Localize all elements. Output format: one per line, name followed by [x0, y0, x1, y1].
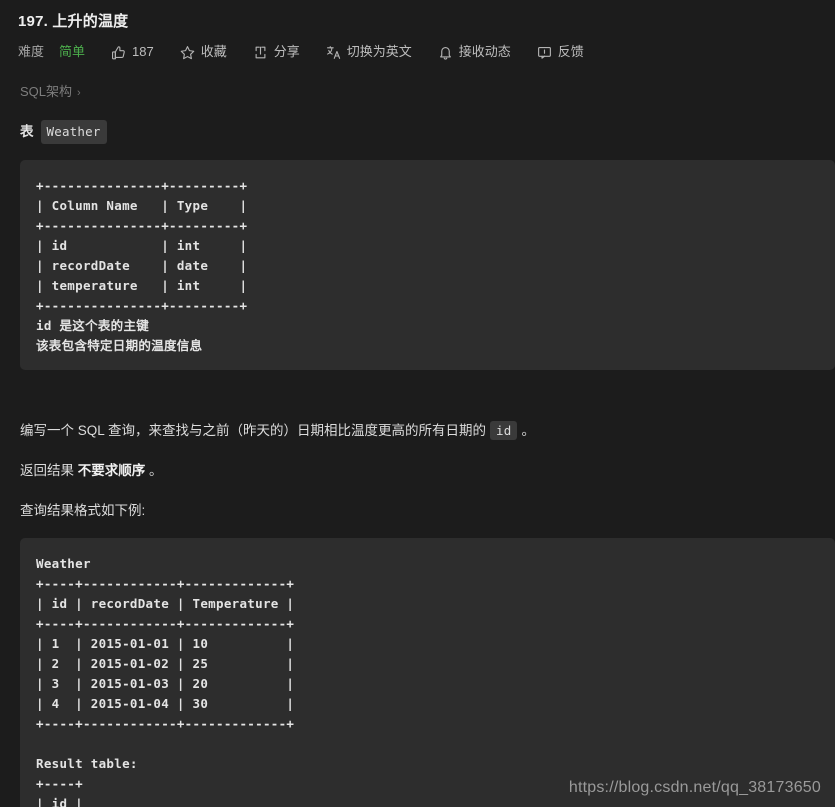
favorite-button[interactable]: 收藏 [180, 43, 227, 61]
table-label: 表 [20, 124, 34, 139]
meta-toolbar: 难度 简单 187 收藏 分享 切换为英文 接收动态 反馈 [0, 33, 835, 61]
description-p2-bold: 不要求顺序 [77, 463, 146, 478]
subscribe-label: 接收动态 [458, 44, 511, 59]
like-button[interactable]: 187 [111, 43, 154, 61]
bell-icon [438, 45, 453, 60]
description-p1-before: 编写一个 SQL 查询，来查找与之前（昨天的）日期相比温度更高的所有日期的 [20, 423, 487, 438]
example-code-block: Weather +----+------------+-------------… [20, 538, 835, 807]
translate-button[interactable]: 切换为英文 [326, 43, 412, 61]
share-label: 分享 [273, 44, 300, 59]
chevron-right-icon: › [77, 87, 81, 99]
share-button[interactable]: 分享 [253, 43, 300, 61]
example-code-text: Weather +----+------------+-------------… [36, 556, 295, 807]
description-paragraph-3: 查询结果格式如下例: [20, 503, 146, 518]
breadcrumb[interactable]: SQL架构 › [0, 61, 835, 102]
translate-icon [326, 45, 341, 60]
description-paragraph-1: 编写一个 SQL 查询，来查找与之前（昨天的）日期相比温度更高的所有日期的 id。 [0, 420, 835, 442]
description-paragraph-2: 返回结果 不要求顺序 。 [0, 460, 835, 482]
feedback-icon [537, 45, 552, 60]
feedback-button[interactable]: 反馈 [537, 43, 584, 61]
description-p2-after: 。 [145, 463, 163, 478]
difficulty-label: 难度 [18, 44, 45, 59]
title-row: 197. 上升的温度 [0, 0, 835, 33]
like-count: 187 [132, 44, 154, 59]
share-icon [253, 45, 268, 60]
page-title: 197. 上升的温度 [18, 13, 129, 30]
translate-label: 切换为英文 [346, 44, 412, 59]
schema-code-block: +---------------+---------+ | Column Nam… [20, 160, 835, 370]
table-name-row: 表 Weather [0, 102, 835, 144]
difficulty-value: 简单 [59, 44, 86, 59]
favorite-label: 收藏 [200, 44, 227, 59]
table-name-chip: Weather [40, 120, 107, 144]
subscribe-button[interactable]: 接收动态 [438, 43, 511, 61]
description-p2-before: 返回结果 [20, 463, 78, 478]
problem-page: 197. 上升的温度 难度 简单 187 收藏 分享 切换为英文 接收动态 反馈… [0, 0, 835, 807]
feedback-label: 反馈 [557, 44, 584, 59]
difficulty-group: 难度 简单 [18, 43, 85, 61]
inline-code-id: id [490, 421, 518, 440]
breadcrumb-item-sql-schema[interactable]: SQL架构 [20, 84, 72, 99]
thumbs-up-icon [111, 45, 126, 60]
description-p1-after: 。 [521, 423, 535, 438]
star-icon [180, 45, 195, 60]
schema-code-text: +---------------+---------+ | Column Nam… [36, 178, 248, 353]
